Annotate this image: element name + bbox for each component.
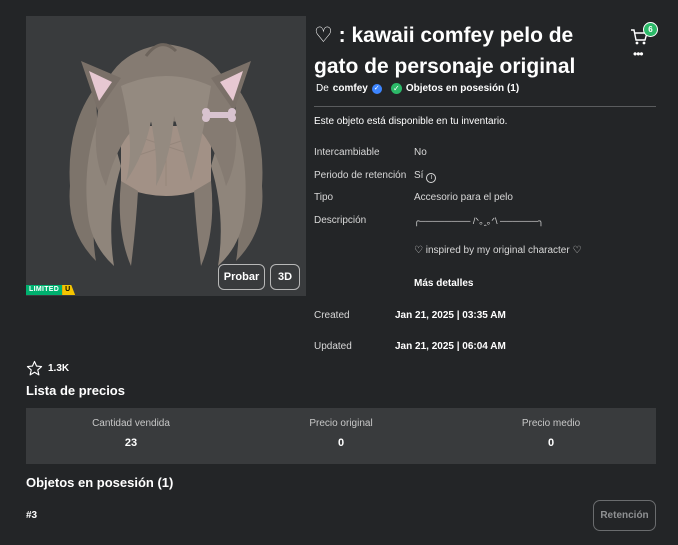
stat-value: 0 bbox=[337, 437, 345, 449]
creator-prefix: De bbox=[316, 83, 329, 94]
cart-count-badge: 6 bbox=[643, 22, 658, 37]
hold-period-label: Periodo de retención bbox=[314, 170, 407, 181]
limited-u-label: U bbox=[62, 285, 76, 295]
description-line-1: ╭──────── /ᐠ｡ꞈ｡ᐟ\ ──────╮ bbox=[414, 216, 544, 226]
stat-value: 0 bbox=[547, 437, 555, 449]
description-line-2: ♡ inspired by my original character ♡ bbox=[414, 245, 582, 256]
updated-value: Jan 21, 2025 | 06:04 AM bbox=[395, 341, 506, 352]
created-label: Created bbox=[314, 310, 350, 321]
verified-badge-icon: ✓ bbox=[371, 83, 382, 94]
owned-indicator: ✓ Objetos en posesión (1) bbox=[390, 83, 520, 94]
stat-label: Precio original bbox=[309, 418, 373, 429]
type-label: Tipo bbox=[314, 192, 334, 203]
hold-period-text: Sí bbox=[414, 170, 424, 181]
created-value: Jan 21, 2025 | 03:35 AM bbox=[395, 310, 506, 321]
stat-label: Precio medio bbox=[521, 418, 581, 429]
item-title: ♡ : kawaii comfey pelo de gato de person… bbox=[314, 24, 576, 78]
star-icon[interactable] bbox=[26, 360, 43, 377]
view-3d-button[interactable]: 3D bbox=[270, 264, 300, 290]
stat-label: Cantidad vendida bbox=[92, 418, 170, 429]
hair-accessory-image bbox=[69, 43, 263, 266]
price-list-heading: Lista de precios bbox=[26, 383, 125, 398]
tradable-value: No bbox=[414, 147, 427, 158]
type-value: Accesorio para el pelo bbox=[414, 192, 513, 203]
more-details-link[interactable]: Más detalles bbox=[414, 278, 473, 289]
favorite-count: 1.3K bbox=[48, 363, 70, 374]
divider bbox=[314, 106, 656, 107]
updated-label: Updated bbox=[314, 341, 352, 352]
availability-text: Este objeto está disponible en tu invent… bbox=[314, 116, 508, 127]
stat-quantity-sold: Cantidad vendida 23 bbox=[26, 408, 236, 464]
tradable-label: Intercambiable bbox=[314, 147, 380, 158]
creator-link[interactable]: comfey bbox=[333, 83, 368, 94]
info-icon[interactable]: i bbox=[426, 173, 437, 183]
owned-label: Objetos en posesión (1) bbox=[405, 83, 520, 94]
price-stats-panel: Cantidad vendida 23 Precio original 0 Pr… bbox=[26, 408, 656, 464]
favorite-toggle[interactable]: 1.3K bbox=[26, 360, 69, 377]
stat-average-price: Precio medio 0 bbox=[446, 408, 656, 464]
creator-line: De comfey ✓ ✓ Objetos en posesión (1) bbox=[316, 83, 519, 94]
more-options-icon[interactable]: ••• bbox=[633, 48, 644, 60]
limited-label: LIMITED bbox=[26, 285, 63, 295]
serial-number: #3 bbox=[26, 510, 38, 521]
limited-badge: LIMITED U bbox=[26, 285, 76, 295]
owned-items-heading: Objetos en posesión (1) bbox=[26, 475, 174, 490]
stat-original-price: Precio original 0 bbox=[236, 408, 446, 464]
item-thumbnail bbox=[26, 16, 306, 296]
hold-button[interactable]: Retención bbox=[593, 500, 656, 531]
hold-period-value: Sí i bbox=[414, 170, 437, 183]
stat-value: 23 bbox=[124, 437, 138, 449]
description-label: Descripción bbox=[314, 215, 367, 226]
check-circle-icon: ✓ bbox=[390, 83, 402, 94]
try-on-button[interactable]: Probar bbox=[218, 264, 265, 290]
